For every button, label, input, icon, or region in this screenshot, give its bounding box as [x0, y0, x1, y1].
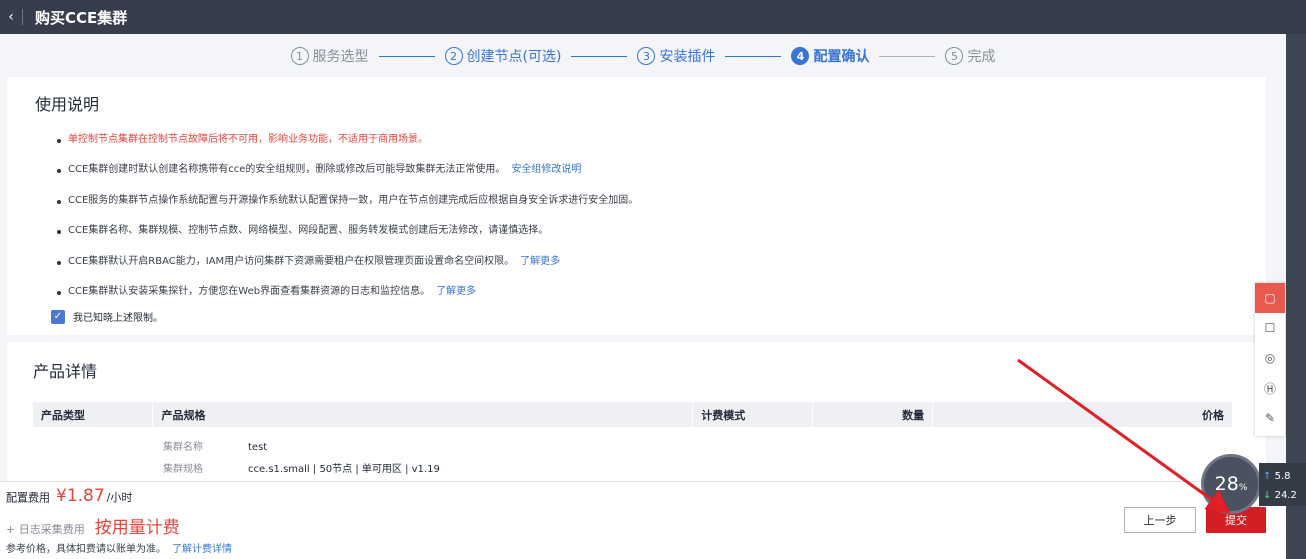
step-connector — [879, 55, 936, 57]
spec-label: 集群名称 — [163, 442, 203, 453]
column-header: 产品规格 — [152, 402, 694, 427]
step-number: 1 — [290, 47, 309, 65]
usage-notes: 单控制节点集群在控制节点故障后将不可用，影响业务功能，不适用于商用场景。 CCE… — [35, 125, 1266, 307]
log-fee-label: + 日志采集费用 — [6, 523, 85, 536]
note-item: CCE集群默认开启RBAC能力，IAM用户访问集群下资源需要租户在权限管理页面设… — [35, 247, 1266, 277]
step-5: 5 完成 — [945, 46, 995, 66]
agree-row[interactable]: ✓ 我已知晓上述限制。 — [35, 309, 1266, 324]
config-fee-price: ¥1.87 — [56, 486, 105, 506]
performance-monitor[interactable]: 28% — [1201, 454, 1261, 514]
step-indicator: 1 服务选型 2 创建节点(可选) 3 安装插件 4 配置确认 5 完成 — [0, 36, 1286, 76]
usage-panel: 使用说明 单控制节点集群在控制节点故障后将不可用，影响业务功能，不适用于商用场景… — [7, 77, 1266, 335]
download-arrow-icon: ↓ — [1263, 490, 1272, 501]
spec-value: test — [248, 442, 268, 453]
probe-learn-more-link[interactable]: 了解更多 — [436, 286, 476, 297]
note-text: CCE集群名称、集群规模、控制节点数、网络模型、网段配置、服务转发模式创建后无法… — [68, 225, 549, 237]
step-connector — [378, 55, 435, 57]
note-item: CCE集群名称、集群规模、控制节点数、网络模型、网段配置、服务转发模式创建后无法… — [35, 216, 1266, 246]
agree-checkbox[interactable]: ✓ — [51, 309, 65, 324]
back-button[interactable]: ‹ — [0, 0, 22, 34]
reference-text: 参考价格，具体扣费请以账单为准。 — [6, 544, 166, 555]
step-label: 创建节点(可选) — [466, 49, 562, 65]
usage-title: 使用说明 — [35, 95, 100, 114]
step-number: 2 — [444, 47, 463, 65]
step-1: 1 服务选型 — [290, 46, 369, 66]
network-speeds: ↑ 5.8 ↓ 24.2 — [1259, 463, 1306, 506]
upload-speed: ↑ 5.8 — [1263, 467, 1306, 486]
step-3: 3 安装插件 — [637, 46, 715, 66]
step-number: 4 — [791, 47, 810, 65]
note-text: 单控制节点集群在控制节点故障后将不可用，影响业务功能，不适用于商用场景。 — [68, 134, 428, 145]
product-title: 产品详情 — [33, 362, 98, 381]
spec-list: 集群名称 test 集群规格 cce.s1.small | 50节点 | 单可用区 … — [163, 437, 1240, 481]
security-group-link[interactable]: 安全组修改说明 — [511, 164, 581, 175]
step-number: 3 — [637, 47, 656, 65]
step-connector — [571, 55, 628, 57]
chat-icon[interactable]: ▢ — [1255, 283, 1285, 313]
survey-icon[interactable]: ☐ — [1255, 313, 1285, 343]
rbac-learn-more-link[interactable]: 了解更多 — [520, 256, 560, 267]
step-number: 5 — [945, 47, 964, 65]
upload-value: 5.8 — [1274, 471, 1291, 482]
step-label: 服务选型 — [312, 49, 369, 65]
billing-details-link[interactable]: 了解计费详情 — [172, 544, 232, 555]
note-text: CCE服务的集群节点操作系统配置与开源操作系统默认配置保持一致，用户在节点创建完… — [68, 194, 639, 206]
headset-icon[interactable]: ◎ — [1255, 343, 1285, 373]
column-header: 数量 — [812, 402, 934, 427]
table-header-row: 产品类型 产品规格 计费模式 数量 价格 — [33, 402, 1233, 427]
product-panel: 产品详情 产品类型 产品规格 计费模式 数量 价格 集群名称 test 集群规格 c… — [7, 342, 1266, 482]
reference-note: 参考价格，具体扣费请以账单为准。 了解计费详情 — [6, 540, 232, 555]
note-item: 单控制节点集群在控制节点故障后将不可用，影响业务功能，不适用于商用场景。 — [35, 125, 1266, 155]
upload-arrow-icon: ↑ — [1263, 471, 1272, 482]
config-fee-label[interactable]: 配置费用 — [6, 489, 50, 505]
chevron-left-icon[interactable]: ‹ — [8, 9, 14, 25]
note-text: CCE集群默认安装采集探针，方便您在Web界面查看集群资源的日志和监控信息。 — [68, 285, 431, 297]
divider — [22, 9, 23, 25]
step-label: 完成 — [967, 49, 996, 65]
column-header: 产品类型 — [33, 402, 154, 427]
step-4: 4 配置确认 — [791, 46, 869, 66]
page-title: 购买CCE集群 — [35, 8, 128, 27]
config-fee: 配置费用 ¥1.87 /小时 — [6, 486, 132, 506]
column-header: 计费模式 — [692, 402, 814, 427]
agree-label[interactable]: 我已知晓上述限制。 — [73, 309, 163, 324]
step-connector — [725, 55, 782, 57]
top-bar: ‹ 购买CCE集群 — [0, 0, 1306, 34]
help-icon[interactable]: Ⓗ — [1255, 373, 1285, 403]
previous-button[interactable]: 上一步 — [1124, 507, 1196, 533]
feedback-icon[interactable]: ✎ — [1255, 403, 1285, 433]
note-text: CCE集群创建时默认创建名称携带有cce的安全组规则，删除或修改后可能导致集群无… — [68, 164, 506, 176]
step-label: 配置确认 — [813, 49, 870, 65]
floating-toolbar: ▢ ☐ ◎ Ⓗ ✎ — [1255, 283, 1285, 436]
note-item: CCE集群创建时默认创建名称携带有cce的安全组规则，删除或修改后可能导致集群无… — [35, 155, 1266, 185]
log-fee-value: 按用量计费 — [94, 518, 180, 538]
note-item: CCE集群默认安装采集探针，方便您在Web界面查看集群资源的日志和监控信息。 了解… — [35, 277, 1266, 307]
note-text: CCE集群默认开启RBAC能力，IAM用户访问集群下资源需要租户在权限管理页面设… — [68, 255, 515, 267]
log-fee: + 日志采集费用 按用量计费 — [6, 513, 180, 538]
monitor-percent-unit: % — [1238, 483, 1248, 493]
spec-label: 集群规格 — [163, 464, 203, 475]
spec-row: 集群规格 cce.s1.small | 50节点 | 单可用区 | v1.19 — [163, 459, 1240, 481]
monitor-percent: 28% — [1215, 473, 1248, 495]
config-fee-unit: /小时 — [106, 491, 133, 504]
spec-row: 集群名称 test — [163, 437, 1240, 459]
column-header: 价格 — [932, 402, 1233, 427]
spec-value: cce.s1.small | 50节点 | 单可用区 | v1.19 — [248, 464, 440, 475]
monitor-percent-value: 28 — [1214, 473, 1239, 495]
step-2: 2 创建节点(可选) — [444, 46, 562, 66]
note-item: CCE服务的集群节点操作系统配置与开源操作系统默认配置保持一致，用户在节点创建完… — [35, 186, 1266, 216]
download-value: 24.2 — [1274, 490, 1297, 501]
order-footer: 配置费用 ¥1.87 /小时 + 日志采集费用 按用量计费 参考价格，具体扣费请… — [0, 481, 1286, 559]
checkmark-icon: ✓ — [53, 311, 63, 323]
download-speed: ↓ 24.2 — [1263, 486, 1306, 505]
product-table: 产品类型 产品规格 计费模式 数量 价格 — [33, 402, 1233, 427]
step-label: 安装插件 — [659, 49, 716, 65]
